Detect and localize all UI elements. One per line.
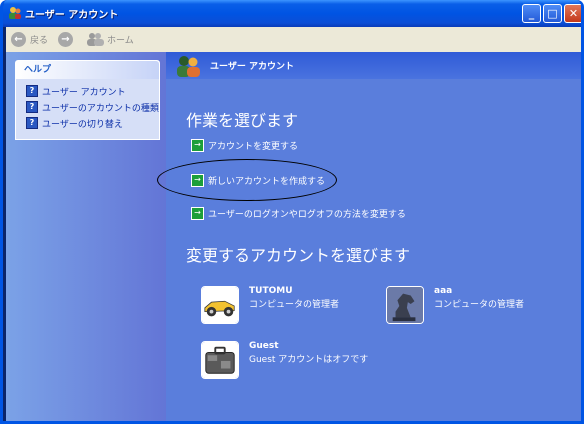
home-label: ホーム bbox=[107, 35, 134, 46]
task-change-account[interactable]: → アカウントを変更する bbox=[191, 139, 298, 152]
task-heading: 作業を選びます bbox=[186, 111, 299, 130]
close-button[interactable]: ✕ bbox=[564, 4, 581, 23]
back-arrow-icon: ← bbox=[11, 31, 26, 47]
forward-button[interactable]: → bbox=[58, 30, 77, 48]
account-tile-aaa[interactable]: aaa コンピュータの管理者 bbox=[386, 286, 524, 324]
window-title: ユーザー アカウント bbox=[25, 10, 119, 21]
task-label: ユーザーのログオンやログオフの方法を変更する bbox=[208, 210, 406, 220]
horse-chess-piece-picture bbox=[386, 286, 424, 324]
back-button[interactable]: ← 戻る bbox=[11, 30, 48, 48]
help-question-icon: ? bbox=[26, 85, 38, 97]
help-item-label: ユーザーのアカウントの種類 bbox=[42, 103, 159, 114]
side-pane: ヘルプ ? ユーザー アカウント ? ユーザーのアカウントの種類 ? ユーザーの… bbox=[6, 52, 166, 421]
help-item-label: ユーザー アカウント bbox=[42, 87, 126, 98]
user-accounts-icon bbox=[177, 55, 200, 77]
help-item-account-types[interactable]: ? ユーザーのアカウントの種類 bbox=[16, 99, 159, 115]
help-item-label: ユーザーの切り替え bbox=[42, 119, 123, 130]
help-question-icon: ? bbox=[26, 101, 38, 113]
account-heading: 変更するアカウントを選びます bbox=[186, 246, 411, 265]
green-arrow-icon: → bbox=[191, 207, 204, 220]
home-users-icon bbox=[87, 33, 104, 46]
back-label: 戻る bbox=[30, 35, 49, 46]
toolbar: ← 戻る → ホーム bbox=[6, 27, 581, 53]
home-button[interactable]: ホーム bbox=[86, 30, 134, 48]
help-question-icon: ? bbox=[26, 117, 38, 129]
race-car-picture bbox=[201, 286, 239, 324]
content-pane: ユーザー アカウント 作業を選びます → アカウントを変更する → 新しいアカウ… bbox=[166, 52, 581, 421]
window: ユーザー アカウント _ □ ✕ ← 戻る → ホーム ヘルプ ? ユーザー ア… bbox=[0, 0, 584, 424]
content-header-title: ユーザー アカウント bbox=[210, 62, 294, 72]
users-icon bbox=[9, 7, 21, 19]
task-change-logon[interactable]: → ユーザーのログオンやログオフの方法を変更する bbox=[191, 207, 406, 220]
account-name: Guest bbox=[249, 341, 279, 351]
help-panel-title: ヘルプ bbox=[16, 61, 159, 79]
help-panel: ヘルプ ? ユーザー アカウント ? ユーザーのアカウントの種類 ? ユーザーの… bbox=[15, 60, 160, 140]
main-area: ヘルプ ? ユーザー アカウント ? ユーザーのアカウントの種類 ? ユーザーの… bbox=[6, 52, 581, 421]
suitcase-picture bbox=[201, 341, 239, 379]
task-label: アカウントを変更する bbox=[208, 142, 299, 152]
help-item-switch-users[interactable]: ? ユーザーの切り替え bbox=[16, 115, 159, 131]
account-name: aaa bbox=[434, 286, 453, 296]
title-bar[interactable]: ユーザー アカウント _ □ ✕ bbox=[3, 0, 581, 27]
account-name: TUTOMU bbox=[249, 286, 293, 296]
forward-arrow-icon: → bbox=[58, 31, 73, 47]
content-header: ユーザー アカウント bbox=[166, 52, 581, 79]
help-item-user-accounts[interactable]: ? ユーザー アカウント bbox=[16, 83, 159, 99]
account-role: コンピュータの管理者 bbox=[249, 300, 340, 310]
account-role: コンピュータの管理者 bbox=[434, 300, 525, 310]
account-tile-guest[interactable]: Guest Guest アカウントはオフです bbox=[201, 341, 368, 379]
maximize-button[interactable]: □ bbox=[543, 4, 562, 23]
green-arrow-icon: → bbox=[191, 139, 204, 152]
account-role: Guest アカウントはオフです bbox=[249, 355, 369, 365]
account-tile-tutomu[interactable]: TUTOMU コンピュータの管理者 bbox=[201, 286, 339, 324]
minimize-button[interactable]: _ bbox=[522, 4, 541, 23]
annotation-ellipse bbox=[157, 159, 337, 201]
